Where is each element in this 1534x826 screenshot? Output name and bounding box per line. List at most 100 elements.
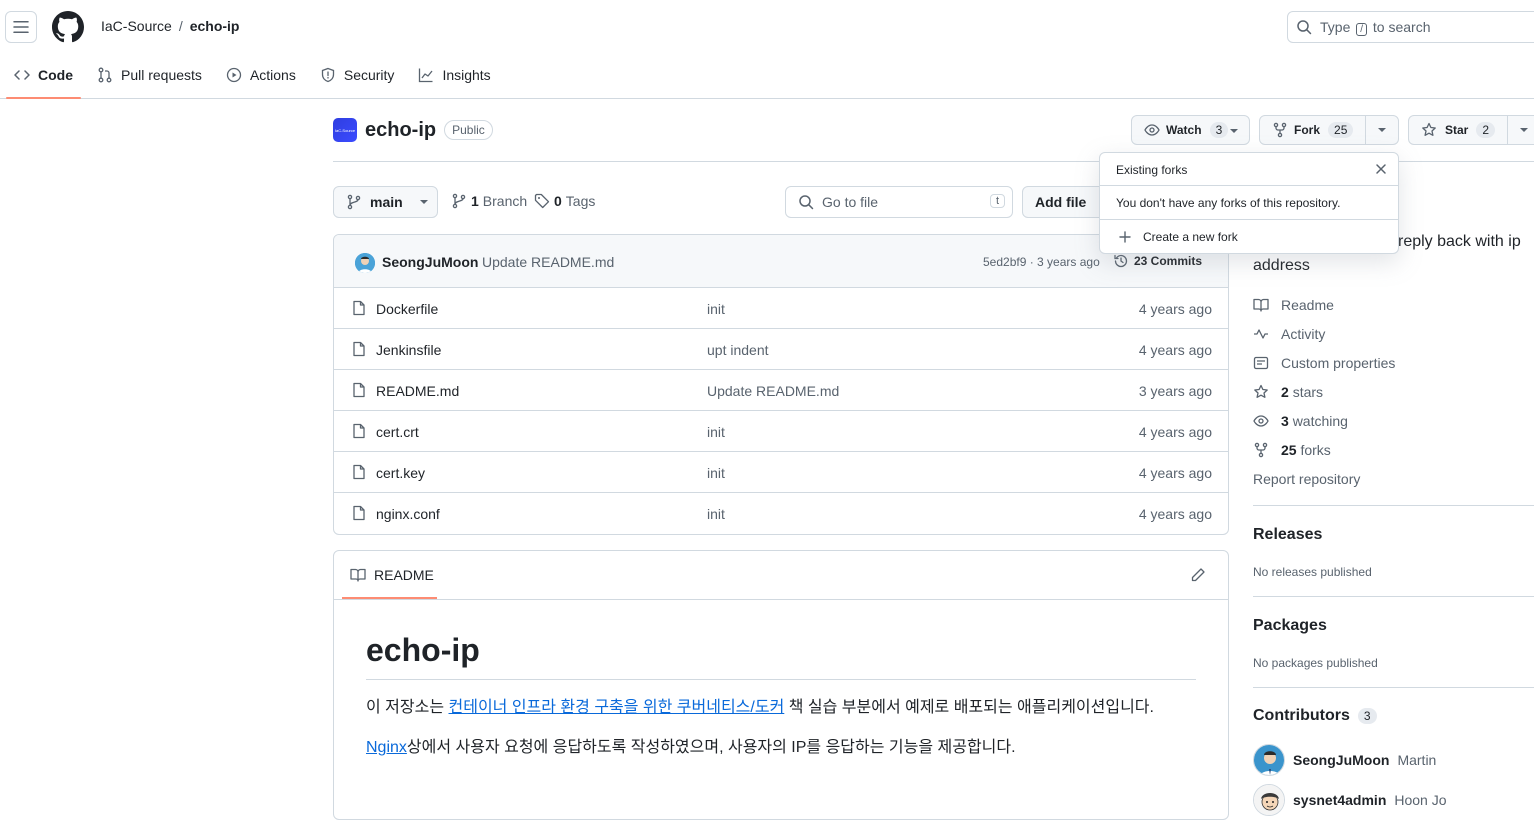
- file-name[interactable]: Dockerfile: [376, 301, 438, 317]
- report-repository-link[interactable]: Report repository: [1253, 471, 1360, 487]
- search-input[interactable]: Type / to search: [1287, 11, 1534, 43]
- table-row[interactable]: README.md Update README.md 3 years ago: [334, 370, 1228, 411]
- breadcrumb-repo[interactable]: echo-ip: [190, 18, 240, 34]
- plus-icon: [1119, 230, 1131, 243]
- git-pull-request-icon: [98, 67, 112, 83]
- packages-heading[interactable]: Packages: [1253, 617, 1327, 635]
- go-to-file-input[interactable]: Go to file t: [785, 186, 1013, 218]
- history-icon: [1114, 254, 1128, 268]
- chevron-down-icon: [1378, 128, 1387, 132]
- add-file-label: Add file: [1035, 194, 1087, 210]
- star-icon: [1422, 122, 1436, 136]
- graph-icon: [419, 68, 433, 83]
- releases-heading[interactable]: Releases: [1253, 526, 1322, 544]
- file-commit-message[interactable]: init: [707, 424, 725, 440]
- github-logo-icon[interactable]: [52, 11, 84, 43]
- star-icon: [1254, 384, 1268, 398]
- visibility-badge: Public: [444, 120, 493, 140]
- commit-author[interactable]: SeongJuMoon: [382, 254, 478, 270]
- menu-button[interactable]: [5, 11, 37, 43]
- file-commit-message[interactable]: init: [707, 465, 725, 481]
- tab-security[interactable]: Security: [312, 58, 403, 92]
- tag-word: Tags: [565, 193, 596, 209]
- repo-name[interactable]: echo-ip: [365, 119, 436, 142]
- table-row[interactable]: Jenkinsfile upt indent 4 years ago: [334, 329, 1228, 370]
- readme-paragraph-2: Nginx상에서 사용자 요청에 응답하도록 작성하였으며, 사용자의 IP를 …: [366, 739, 1016, 756]
- file-name[interactable]: nginx.conf: [376, 506, 440, 522]
- sidebar-item-stars[interactable]: 2 stars: [1253, 384, 1323, 400]
- contributor-item[interactable]: sysnet4admin Hoon Jo: [1253, 784, 1447, 816]
- forks-count: 25: [1281, 442, 1297, 458]
- go-to-file-shortcut: t: [989, 194, 1005, 208]
- commit-hash-time[interactable]: 5ed2bf9 · 3 years ago: [983, 255, 1100, 269]
- edit-readme-button[interactable]: [1190, 567, 1206, 583]
- commits-link[interactable]: 23 Commits: [1113, 253, 1202, 269]
- contributors-title: Contributors: [1253, 707, 1350, 724]
- file-icon: [351, 382, 367, 398]
- readme-header: README: [334, 551, 1228, 600]
- sidebar-item-forks[interactable]: 25 forks: [1253, 442, 1331, 458]
- file-commit-message[interactable]: init: [707, 301, 725, 317]
- owner-avatar[interactable]: IaC-Source: [333, 118, 357, 142]
- forks-label: forks: [1300, 442, 1331, 458]
- breadcrumb-owner[interactable]: IaC-Source: [101, 18, 172, 34]
- tab-label: Pull requests: [121, 67, 202, 83]
- repo-tabs: Code Pull requests Actions Security Insi…: [6, 58, 507, 99]
- table-row[interactable]: Dockerfile init 4 years ago: [334, 288, 1228, 329]
- branch-selector[interactable]: main: [333, 186, 438, 218]
- tags-link[interactable]: 0 Tags: [534, 193, 595, 209]
- pulse-icon: [1254, 329, 1268, 339]
- breadcrumb-separator: /: [178, 18, 183, 34]
- active-tab-underline: [342, 597, 437, 599]
- watch-button[interactable]: Watch 3: [1131, 115, 1250, 145]
- table-row[interactable]: nginx.conf init 4 years ago: [334, 493, 1228, 534]
- star-button[interactable]: Star 2: [1408, 115, 1534, 145]
- star-dropdown-toggle[interactable]: [1507, 116, 1534, 144]
- book-icon: [350, 568, 366, 582]
- avatar[interactable]: [355, 253, 375, 273]
- stars-count: 2: [1281, 384, 1289, 400]
- file-commit-message[interactable]: upt indent: [707, 342, 769, 358]
- nginx-link[interactable]: Nginx: [366, 739, 407, 756]
- file-name[interactable]: cert.key: [376, 465, 425, 481]
- sidebar-item-readme[interactable]: Readme: [1253, 297, 1334, 313]
- star-count: 2: [1476, 122, 1496, 138]
- sidebar-item-label: Custom properties: [1281, 355, 1396, 371]
- sidebar-item-watching[interactable]: 3 watching: [1253, 413, 1348, 429]
- file-commit-message[interactable]: Update README.md: [707, 383, 839, 399]
- contributor-item[interactable]: SeongJuMoon Martin: [1253, 744, 1436, 776]
- git-branch-icon: [347, 194, 361, 210]
- contributor-name: Martin: [1397, 752, 1437, 768]
- sidebar-item-activity[interactable]: Activity: [1253, 326, 1325, 342]
- watching-count: 3: [1281, 413, 1289, 429]
- sidebar-divider: [1253, 505, 1534, 506]
- commit-count: 23 Commits: [1134, 254, 1203, 268]
- sidebar-item-custom-properties[interactable]: Custom properties: [1253, 355, 1395, 371]
- tab-code[interactable]: Code: [6, 58, 81, 99]
- tab-readme[interactable]: README: [350, 567, 434, 583]
- tab-pull-requests[interactable]: Pull requests: [89, 58, 210, 92]
- table-row[interactable]: cert.key init 4 years ago: [334, 452, 1228, 493]
- file-name[interactable]: README.md: [376, 383, 459, 399]
- file-name[interactable]: cert.crt: [376, 424, 419, 440]
- create-fork-button[interactable]: Create a new fork: [1100, 220, 1398, 253]
- star-label: Star: [1445, 123, 1469, 137]
- file-name[interactable]: Jenkinsfile: [376, 342, 441, 358]
- close-button[interactable]: [1374, 162, 1388, 176]
- branches-link[interactable]: 1 Branch: [451, 193, 527, 209]
- releases-empty: No releases published: [1253, 565, 1372, 579]
- app-header: IaC-Source / echo-ip Type / to search Co…: [0, 0, 1534, 99]
- chevron-down-icon: [1519, 128, 1528, 132]
- tab-insights[interactable]: Insights: [410, 58, 498, 92]
- tab-actions[interactable]: Actions: [218, 58, 304, 92]
- readme-tab-label: README: [374, 567, 434, 583]
- table-row[interactable]: cert.crt init 4 years ago: [334, 411, 1228, 452]
- commit-message[interactable]: Update README.md: [482, 254, 614, 270]
- sidebar-divider: [1253, 596, 1534, 597]
- fork-dropdown-toggle[interactable]: [1365, 116, 1398, 144]
- book-link[interactable]: 컨테이너 인프라 환경 구축을 위한 쿠버네티스/도커: [449, 699, 785, 716]
- contributors-heading[interactable]: Contributors 3: [1253, 707, 1377, 725]
- file-commit-message[interactable]: init: [707, 506, 725, 522]
- fork-button[interactable]: Fork 25: [1259, 115, 1399, 145]
- contributor-login: sysnet4admin: [1293, 792, 1387, 808]
